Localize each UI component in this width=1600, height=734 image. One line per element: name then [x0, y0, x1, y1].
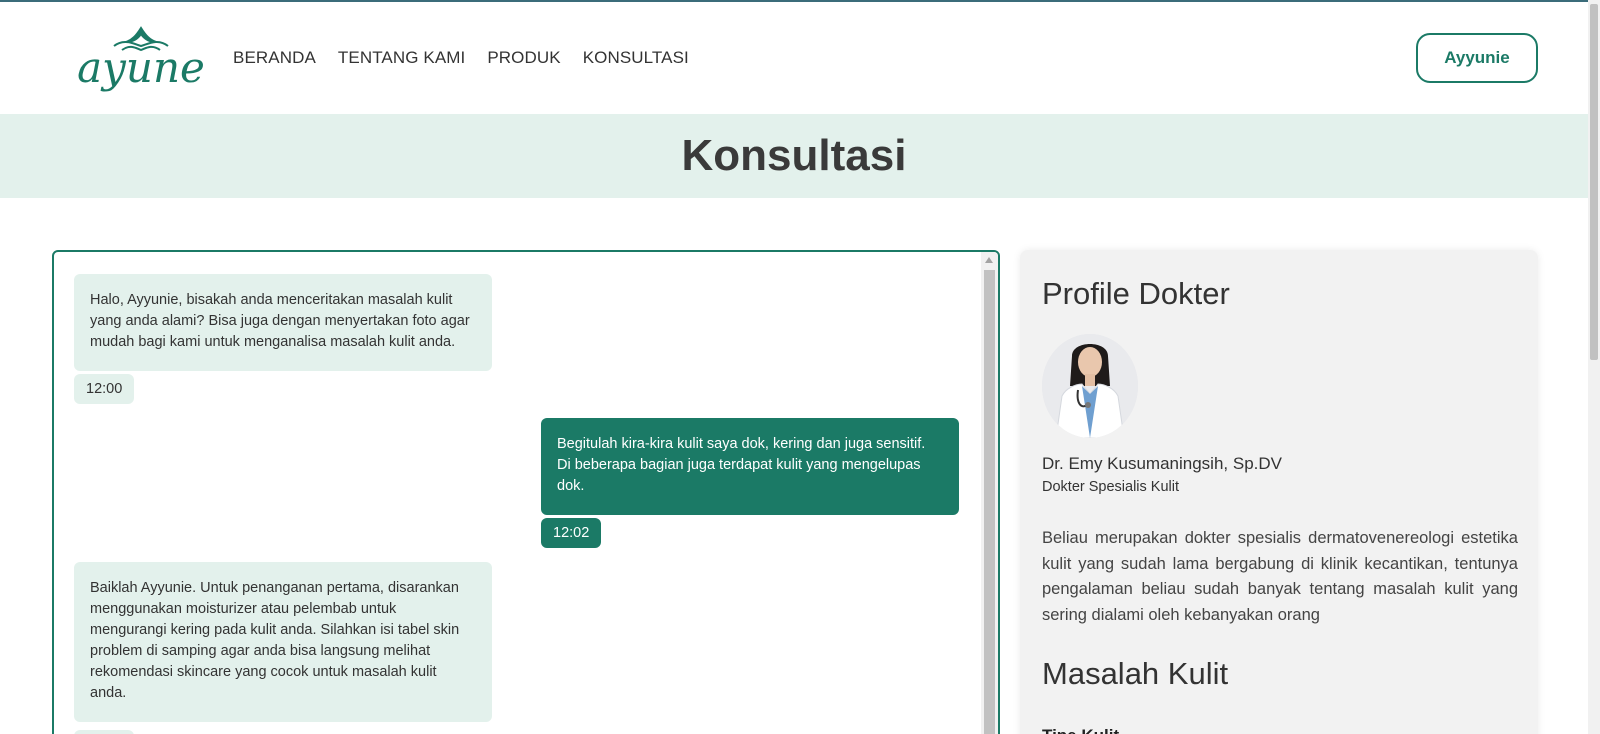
chat-message-incoming: Halo, Ayyunie, bisakah anda menceritakan… — [74, 274, 492, 371]
message-text: Halo, Ayyunie, bisakah anda menceritakan… — [90, 292, 470, 350]
chat-message-outgoing: Begitulah kira-kira kulit saya dok, keri… — [541, 418, 959, 515]
doctor-description: Beliau merupakan dokter spesialis dermat… — [1042, 529, 1518, 624]
chat-message-incoming: Baiklah Ayyunie. Untuk penanganan pertam… — [74, 562, 492, 722]
message-text: Baiklah Ayyunie. Untuk penanganan pertam… — [90, 580, 460, 701]
user-account-button[interactable]: Ayyunie — [1416, 33, 1538, 83]
doctor-avatar — [1042, 334, 1138, 438]
doctor-role: Dokter Spesialis Kulit — [1042, 479, 1179, 495]
doctor-name: Dr. Emy Kusumaningsih, Sp.DV — [1042, 454, 1282, 473]
message-time: 12:00 — [74, 374, 135, 404]
doctor-profile-card: Profile Dokter Dr. Emy Kusumaningsih, Sp… — [1020, 250, 1538, 734]
page-scrollbar[interactable] — [1588, 0, 1600, 734]
nav-produk[interactable]: PRODUK — [487, 48, 560, 68]
page-scroll-thumb[interactable] — [1590, 4, 1598, 360]
chat-scrollbar[interactable] — [981, 252, 998, 734]
site-header: ayune BERANDA TENTANG KAMI PRODUK KONSUL… — [0, 2, 1588, 114]
message-time — [74, 730, 134, 734]
svg-text:ayune: ayune — [77, 43, 205, 92]
message-text: Begitulah kira-kira kulit saya dok, keri… — [557, 436, 926, 494]
nav-beranda[interactable]: BERANDA — [233, 48, 316, 68]
brand-logo[interactable]: ayune — [74, 24, 208, 96]
page-banner: Konsultasi — [0, 114, 1588, 198]
profile-heading: Profile Dokter — [1042, 276, 1230, 311]
chat-panel[interactable]: Halo, Ayyunie, bisakah anda menceritakan… — [52, 250, 1000, 734]
nav-tentang-kami[interactable]: TENTANG KAMI — [338, 48, 465, 68]
message-time: 12:02 — [541, 518, 602, 548]
nav-konsultasi[interactable]: KONSULTASI — [583, 48, 689, 68]
page-title: Konsultasi — [681, 131, 907, 180]
main-nav: BERANDA TENTANG KAMI PRODUK KONSULTASI — [233, 48, 689, 68]
chat-scroll-thumb[interactable] — [984, 270, 995, 734]
scroll-up-icon[interactable] — [985, 257, 993, 263]
skin-problem-heading: Masalah Kulit — [1042, 656, 1229, 691]
skin-type-label: Tipe Kulit — [1042, 726, 1119, 734]
